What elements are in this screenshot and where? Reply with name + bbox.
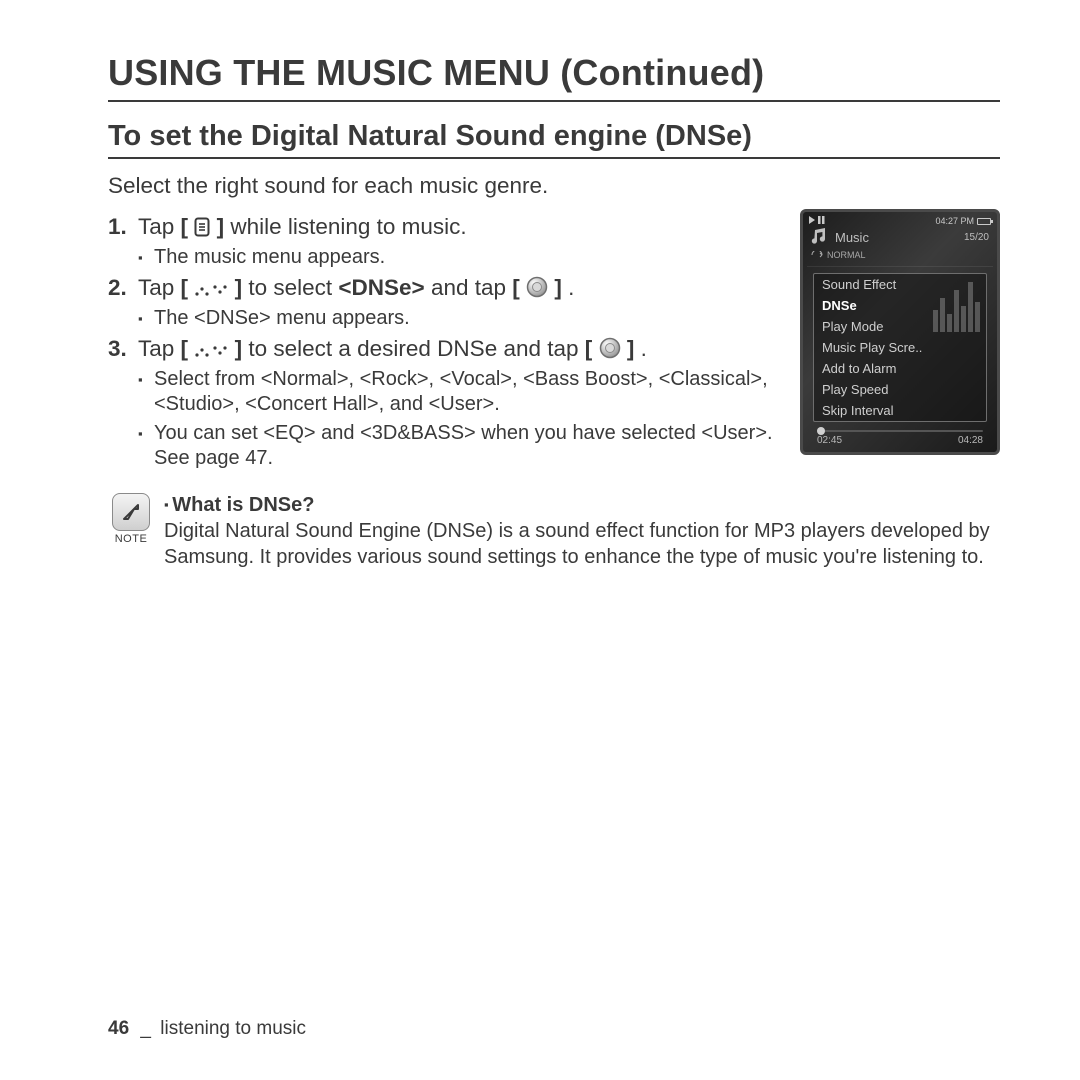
steps-list: 1. Tap [ ] whil — [108, 213, 782, 471]
content-row: 1. Tap [ ] whil — [108, 209, 1000, 471]
step-sub: The music menu appears. — [138, 245, 782, 270]
step-text: . — [641, 336, 647, 361]
step-sub: You can set <EQ> and <3D&BASS> when you … — [138, 421, 782, 471]
device-time-row: 02:45 04:28 — [807, 432, 993, 446]
note-label: NOTE — [115, 533, 148, 545]
step-text: . — [568, 275, 574, 300]
device-status-bar: 04:27 PM — [807, 216, 993, 228]
step-text: Tap — [138, 275, 181, 300]
select-icon — [526, 276, 548, 298]
step-sub: Select from <Normal>, <Rock>, <Vocal>, <… — [138, 367, 782, 417]
device-progress-bar — [817, 430, 983, 432]
bracket-open: [ — [181, 275, 189, 300]
device-track-counter: 15/20 — [964, 232, 989, 243]
step-3: 3. Tap [ ] — [108, 335, 782, 471]
device-screenshot: 04:27 PM Music 15/20 NORMAL — [800, 209, 1000, 455]
device-menu: Sound EffectDNSePlay ModeMusic Play Scre… — [813, 273, 987, 422]
footer-separator: _ — [134, 1018, 155, 1039]
section-title: To set the Digital Natural Sound engine … — [108, 120, 1000, 159]
menu-icon — [194, 217, 210, 237]
device-time: 04:27 PM — [935, 216, 974, 226]
manual-page: USING THE MUSIC MENU (Continued) To set … — [0, 0, 1080, 1080]
step-bold: <DNSe> — [338, 275, 424, 300]
step-text: Tap — [138, 214, 181, 239]
step-text: while listening to music. — [230, 214, 466, 239]
step-2: 2. Tap [ ] — [108, 274, 782, 331]
step-text: to select a desired DNSe and tap — [248, 336, 584, 361]
equalizer-icon — [933, 278, 980, 332]
footer-section: listening to music — [160, 1018, 306, 1039]
bracket-open: [ — [181, 336, 189, 361]
repeat-icon — [811, 251, 823, 259]
device-title: Music — [835, 230, 869, 245]
battery-icon — [977, 218, 991, 225]
step-text: to select — [248, 275, 338, 300]
bracket-close: ] — [235, 336, 243, 361]
bracket-open: [ — [181, 214, 189, 239]
step-number: 1. — [108, 213, 127, 241]
step-number: 2. — [108, 274, 127, 302]
step-1: 1. Tap [ ] whil — [108, 213, 782, 270]
page-footer: 46 _ listening to music — [108, 1018, 306, 1040]
section-intro: Select the right sound for each music ge… — [108, 173, 1000, 199]
device-title-row: Music 15/20 — [807, 228, 993, 248]
step-sub: The <DNSe> menu appears. — [138, 306, 782, 331]
note-text: Digital Natural Sound Engine (DNSe) is a… — [164, 519, 1000, 570]
step-number: 3. — [108, 335, 127, 363]
bracket-open: [ — [585, 336, 593, 361]
bracket-close: ] — [554, 275, 562, 300]
bracket-close: ] — [627, 336, 635, 361]
play-indicator-icon — [809, 216, 829, 226]
music-note-icon — [809, 228, 829, 246]
step-text: Tap — [138, 336, 181, 361]
device-menu-item: Skip Interval — [814, 400, 986, 421]
bracket-open: [ — [512, 275, 520, 300]
note-icon-wrap: NOTE — [108, 493, 154, 545]
page-title: USING THE MUSIC MENU (Continued) — [108, 52, 1000, 102]
device-menu-item: Music Play Scre.. — [814, 337, 986, 358]
device-mode: NORMAL — [827, 250, 866, 260]
select-icon — [599, 337, 621, 359]
device-mode-row: NORMAL — [807, 248, 993, 267]
page-number: 46 — [108, 1018, 129, 1039]
steps-column: 1. Tap [ ] whil — [108, 209, 782, 471]
device-menu-item: Add to Alarm — [814, 358, 986, 379]
device-elapsed: 02:45 — [817, 435, 842, 446]
device-menu-item: Play Speed — [814, 379, 986, 400]
note-icon — [112, 493, 150, 531]
device-total: 04:28 — [958, 435, 983, 446]
up-down-icon — [194, 282, 228, 298]
note-body: What is DNSe? Digital Natural Sound Engi… — [164, 493, 1000, 570]
step-text: and tap — [431, 275, 512, 300]
up-down-icon — [194, 343, 228, 359]
note-block: NOTE What is DNSe? Digital Natural Sound… — [108, 493, 1000, 570]
note-title: What is DNSe? — [164, 493, 1000, 519]
bracket-close: ] — [235, 275, 243, 300]
bracket-close: ] — [217, 214, 225, 239]
